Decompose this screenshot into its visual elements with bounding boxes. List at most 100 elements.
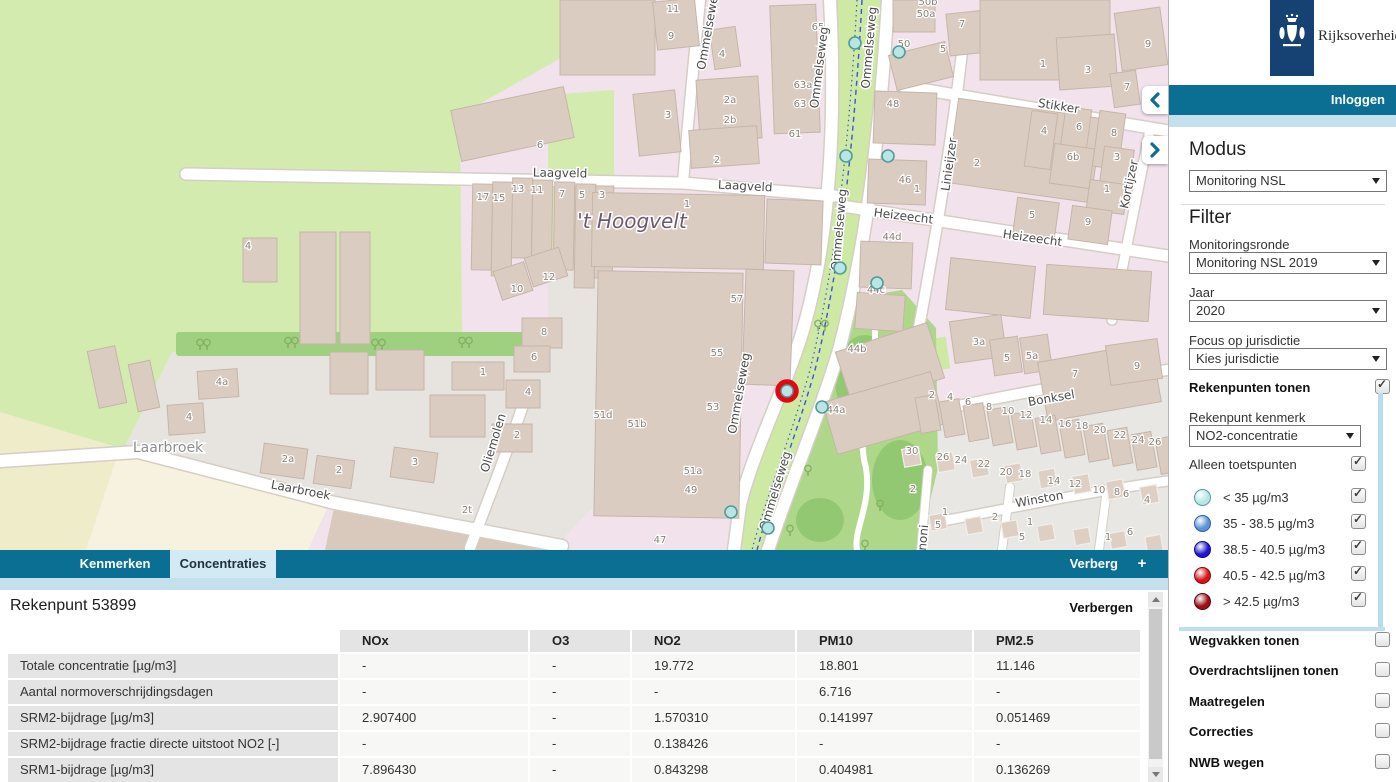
svg-text:4a: 4a (216, 377, 229, 388)
svg-text:6: 6 (537, 140, 543, 151)
rekenpunt-marker[interactable] (882, 150, 894, 162)
svg-text:9: 9 (1145, 39, 1151, 50)
layer-checkbox[interactable] (1375, 632, 1390, 647)
svg-text:11: 11 (667, 4, 680, 15)
svg-text:3: 3 (665, 110, 671, 121)
rekenpunt-marker[interactable] (834, 262, 846, 274)
column-header: O3 (530, 630, 630, 652)
svg-text:5: 5 (935, 520, 941, 531)
verbergen-button[interactable]: Verbergen (1003, 600, 1133, 615)
jurisdictie-select[interactable]: Kies jurisdictie (1189, 348, 1387, 370)
legend-item-label: < 35 µg/m3 (1223, 490, 1289, 505)
expand-sidebar-button[interactable] (1142, 136, 1168, 164)
rekenpunt-marker[interactable] (840, 150, 852, 162)
rekenpunt-marker[interactable] (816, 401, 828, 413)
column-header: PM10 (797, 630, 972, 652)
legend-item-label: 35 - 38.5 µg/m3 (1223, 516, 1314, 531)
row-label: Aantal normoverschrijdingsdagen (8, 680, 338, 704)
layer-checkbox[interactable] (1375, 693, 1390, 708)
layer-checkbox[interactable] (1375, 723, 1390, 738)
sidebar-scrollbar-thumb[interactable] (1378, 393, 1383, 630)
rekenpunten-tonen-checkbox[interactable] (1375, 379, 1390, 394)
rekenpunt-marker[interactable] (893, 46, 905, 58)
rekenpunt-marker[interactable] (871, 277, 883, 289)
svg-text:48: 48 (887, 99, 900, 110)
svg-text:44a: 44a (827, 405, 846, 416)
svg-text:12: 12 (543, 272, 556, 283)
legend-item-checkbox[interactable] (1351, 592, 1366, 607)
add-tab-button[interactable]: + (1132, 550, 1152, 578)
svg-text:9: 9 (1085, 217, 1091, 228)
legend-color-icon (1194, 593, 1211, 610)
toetspunten-checkbox[interactable] (1351, 456, 1366, 471)
verberg-button[interactable]: Verberg (1046, 550, 1118, 578)
table-scrollbar[interactable] (1148, 592, 1163, 782)
svg-text:30: 30 (906, 446, 919, 457)
legend-item-checkbox[interactable] (1351, 566, 1366, 581)
svg-text:5: 5 (940, 44, 946, 55)
scroll-up-button[interactable] (1148, 592, 1163, 607)
svg-text:2: 2 (336, 465, 342, 476)
svg-text:51d: 51d (593, 410, 612, 421)
svg-text:6: 6 (1127, 527, 1133, 538)
layer-label: Maatregelen (1189, 694, 1265, 709)
cell-value: - (340, 680, 528, 704)
svg-text:57: 57 (731, 294, 744, 305)
svg-text:20: 20 (1000, 467, 1013, 478)
layer-checkbox[interactable] (1375, 662, 1390, 677)
table-scrollbar-thumb[interactable] (1149, 609, 1162, 759)
svg-text:13: 13 (512, 184, 525, 195)
login-button[interactable]: Inloggen (1169, 85, 1396, 115)
jaar-select[interactable]: 2020 (1189, 300, 1387, 322)
svg-text:1: 1 (1105, 532, 1111, 543)
jaar-select-value: 2020 (1196, 303, 1225, 318)
cell-value: - (530, 680, 630, 704)
map-canvas[interactable]: 11942a2b36563a636162150b50a50574846144d4… (0, 0, 1168, 550)
collapse-sidebar-button[interactable] (1142, 86, 1168, 114)
svg-text:1: 1 (1104, 184, 1110, 195)
rekenpunt-marker[interactable] (849, 37, 861, 49)
row-label: Totale concentratie [µg/m3] (8, 654, 338, 678)
svg-text:7: 7 (559, 189, 565, 200)
modus-select[interactable]: Monitoring NSL (1189, 170, 1387, 192)
svg-text:51a: 51a (684, 466, 703, 477)
cell-value: - (340, 732, 528, 756)
scroll-down-button[interactable] (1148, 767, 1163, 782)
svg-text:49: 49 (685, 485, 698, 496)
cell-value: 0.843298 (632, 758, 795, 782)
layer-checkbox[interactable] (1375, 754, 1390, 769)
monitoringsronde-select[interactable]: Monitoring NSL 2019 (1189, 252, 1387, 274)
selected-rekenpunt-marker[interactable] (781, 385, 793, 397)
chevron-right-icon (1149, 142, 1161, 158)
legend-item-label: 40.5 - 42.5 µg/m3 (1223, 568, 1325, 583)
legend-item: 40.5 - 42.5 µg/m3 (1169, 565, 1396, 587)
svg-text:1: 1 (914, 184, 920, 195)
rekenpunt-marker[interactable] (762, 522, 774, 534)
svg-text:8: 8 (986, 402, 992, 413)
monitoringsronde-select-value: Monitoring NSL 2019 (1196, 255, 1318, 270)
svg-text:3: 3 (1114, 152, 1120, 163)
kenmerk-select[interactable]: NO2-concentratie (1189, 425, 1361, 447)
legend-item-checkbox[interactable] (1351, 488, 1366, 503)
svg-text:2: 2 (514, 430, 520, 441)
svg-text:Laarbroek: Laarbroek (133, 440, 204, 456)
cell-value: - (797, 732, 972, 756)
legend-item: 38.5 - 40.5 µg/m3 (1169, 539, 1396, 561)
svg-text:22: 22 (978, 459, 991, 470)
svg-text:5: 5 (1019, 532, 1025, 543)
cell-value: - (632, 680, 795, 704)
cell-value: 0.138426 (632, 732, 795, 756)
monitoringsronde-label: Monitoringsronde (1189, 237, 1289, 252)
svg-text:2: 2 (714, 155, 720, 166)
cell-value: - (530, 758, 630, 782)
legend-color-icon (1194, 541, 1211, 558)
tab-kenmerken[interactable]: Kenmerken (60, 550, 170, 578)
logo-wordmark: Rijksoverheid (1318, 28, 1396, 45)
legend-divider (1179, 627, 1385, 631)
svg-text:16: 16 (1059, 419, 1072, 430)
rekenpunt-marker[interactable] (725, 506, 737, 518)
legend-item-checkbox[interactable] (1351, 514, 1366, 529)
legend-item-checkbox[interactable] (1351, 540, 1366, 555)
bottom-panel: Kenmerken Concentraties Verberg + Rekenp… (0, 550, 1168, 782)
svg-text:Laagveld: Laagveld (533, 166, 588, 181)
